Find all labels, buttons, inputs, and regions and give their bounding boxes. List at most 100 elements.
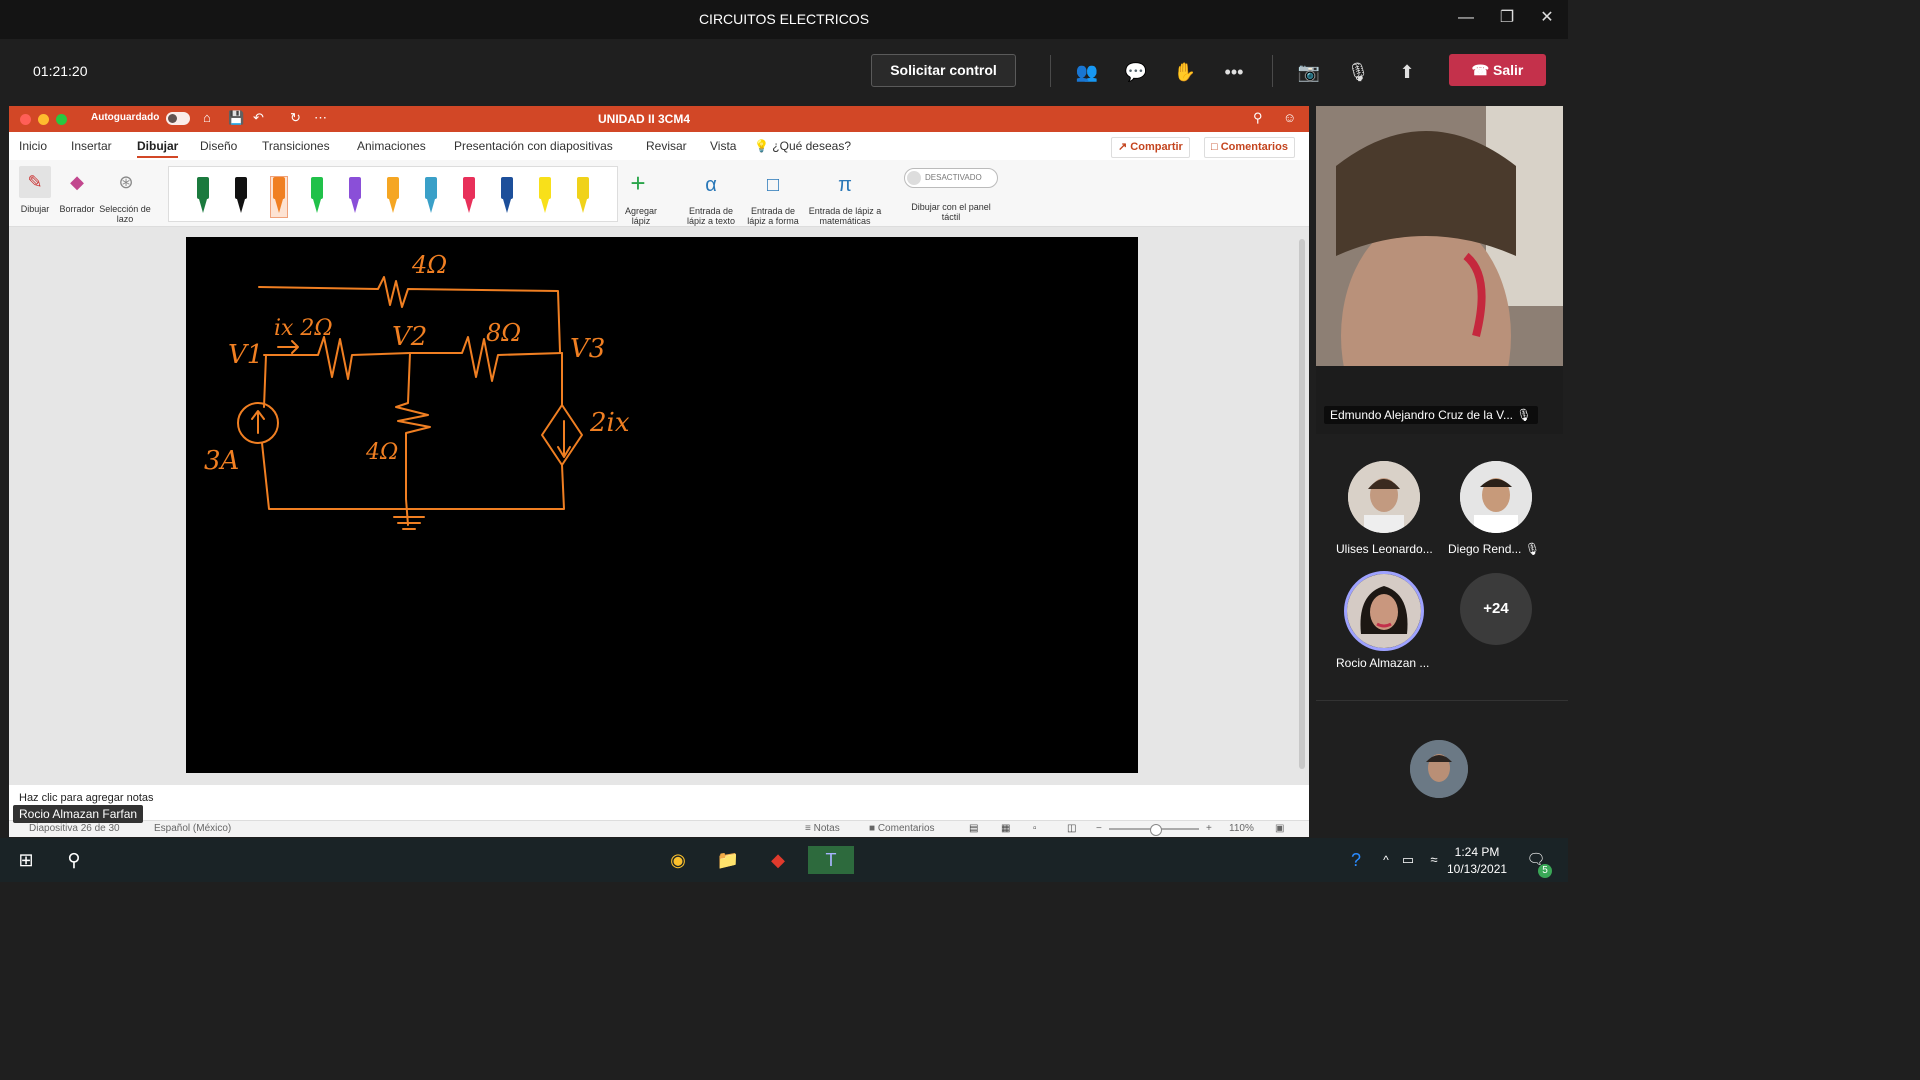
participant-video-name: Edmundo Alejandro Cruz de la V... 🎙 xyxy=(1324,406,1538,424)
help-icon[interactable]: ? xyxy=(1340,846,1372,874)
tab-transiciones[interactable]: Transiciones xyxy=(262,139,330,153)
ink-to-shape-label: Entrada de lápiz a forma xyxy=(747,206,799,226)
zoom-in-icon[interactable]: + xyxy=(1206,823,1212,834)
slide-canvas[interactable]: 4Ω ix 2Ω V1 V2 8Ω V3 3A 4Ω 2ix xyxy=(186,237,1138,773)
minimize-icon[interactable]: — xyxy=(1452,6,1480,30)
reading-view-icon[interactable]: ▫ xyxy=(1033,823,1037,834)
comments-label: Comentarios xyxy=(1220,141,1288,153)
windows-start-icon[interactable]: ⊞ xyxy=(10,846,42,874)
circuit-ink xyxy=(237,276,583,530)
avatar-presenter-self[interactable] xyxy=(1410,740,1468,798)
phone-hangup-icon: ☎ xyxy=(1471,62,1493,78)
pen-swatch[interactable] xyxy=(309,177,325,217)
zoom-slider-thumb[interactable] xyxy=(1150,824,1162,836)
participant-name-text: Diego Rend... xyxy=(1448,542,1522,556)
notes-toggle[interactable]: ≡ Notas xyxy=(805,823,840,834)
mac-minimize-icon[interactable] xyxy=(38,114,49,125)
add-pen-icon[interactable]: + xyxy=(623,168,653,198)
circuit-drawing: 4Ω ix 2Ω V1 V2 8Ω V3 3A 4Ω 2ix xyxy=(204,251,630,530)
label-2ix: 2ix xyxy=(589,408,630,438)
language[interactable]: Español (México) xyxy=(154,823,231,834)
share-screen-icon[interactable]: ⬆ xyxy=(1394,59,1420,85)
tab-animaciones[interactable]: Animaciones xyxy=(357,139,426,153)
taskbar-clock[interactable]: 1:24 PM 10/13/2021 xyxy=(1447,844,1507,878)
slideshow-icon[interactable]: ◫ xyxy=(1067,823,1076,834)
mac-zoom-icon[interactable] xyxy=(56,114,67,125)
home-icon[interactable]: ⌂ xyxy=(203,110,211,125)
chat-icon[interactable]: 💬 xyxy=(1123,59,1149,85)
chrome-icon[interactable]: ◉ xyxy=(662,846,694,874)
pen-swatch[interactable] xyxy=(270,176,288,218)
save-icon[interactable]: 💾 xyxy=(228,110,244,126)
share-icon: ↗ xyxy=(1118,141,1131,153)
more-options-icon[interactable]: ••• xyxy=(1221,59,1247,85)
restore-icon[interactable]: ❐ xyxy=(1493,6,1521,30)
comments-toggle[interactable]: ■ Comentarios xyxy=(869,823,935,834)
pen-swatch[interactable] xyxy=(537,177,553,217)
ink-to-math-icon[interactable]: π xyxy=(830,170,860,200)
avatar-diego[interactable] xyxy=(1460,461,1532,533)
avatar-image xyxy=(1347,574,1421,648)
reactions-icon[interactable]: ✋ xyxy=(1172,59,1198,85)
tab-insertar[interactable]: Insertar xyxy=(71,139,112,153)
more-participants-count[interactable]: +24 xyxy=(1460,573,1532,645)
fit-slide-icon[interactable]: ▣ xyxy=(1275,823,1284,834)
wifi-icon[interactable]: ≈ xyxy=(1418,846,1450,874)
camera-off-icon[interactable]: 📷 xyxy=(1296,59,1322,85)
window-titlebar: CIRCUITOS ELECTRICOS — ❐ ✕ xyxy=(0,0,1568,39)
pen-swatch[interactable] xyxy=(347,177,363,217)
comment-icon: □ xyxy=(1211,141,1221,153)
search-icon[interactable]: ⚲ xyxy=(1253,110,1263,126)
normal-view-icon[interactable]: ▤ xyxy=(969,823,978,834)
app-red-diamond-icon[interactable]: ◆ xyxy=(762,846,794,874)
request-control-button[interactable]: Solicitar control xyxy=(871,54,1016,87)
close-icon[interactable]: ✕ xyxy=(1533,6,1561,30)
participant-video[interactable]: Edmundo Alejandro Cruz de la V... 🎙 xyxy=(1316,106,1563,434)
touchpad-draw-toggle[interactable]: DESACTIVADO xyxy=(904,168,998,188)
pen-swatch[interactable] xyxy=(385,177,401,217)
more-icon[interactable]: ⋯ xyxy=(314,110,327,126)
tab-presentacion[interactable]: Presentación con diapositivas xyxy=(454,139,613,153)
account-icon[interactable]: ☺ xyxy=(1283,110,1296,125)
notes-pane[interactable]: Haz clic para agregar notas xyxy=(9,785,1309,820)
redo-icon[interactable]: ↻ xyxy=(290,110,301,126)
pen-swatch[interactable] xyxy=(575,177,591,217)
sorter-view-icon[interactable]: ▦ xyxy=(1001,823,1010,834)
undo-icon[interactable]: ↶ xyxy=(253,110,264,126)
mac-close-icon[interactable] xyxy=(20,114,31,125)
search-icon[interactable]: ⚲ xyxy=(58,846,90,874)
comments-button[interactable]: □ Comentarios xyxy=(1204,137,1295,158)
pen-swatch[interactable] xyxy=(195,177,211,217)
eraser-icon[interactable]: ◆ xyxy=(61,166,93,198)
pen-gallery xyxy=(168,166,618,222)
draw-tool-icon[interactable]: ✎ xyxy=(19,166,51,198)
document-name[interactable]: UNIDAD II 3CM4 xyxy=(598,112,690,126)
tab-dibujar[interactable]: Dibujar xyxy=(137,139,179,158)
leave-label: Salir xyxy=(1492,62,1524,78)
tab-diseno[interactable]: Diseño xyxy=(200,139,237,153)
leave-button[interactable]: ☎ Salir xyxy=(1449,54,1546,86)
tab-vista[interactable]: Vista xyxy=(710,139,736,153)
pen-swatch[interactable] xyxy=(233,177,249,217)
teams-icon[interactable]: T xyxy=(808,846,854,874)
ink-to-shape-icon[interactable]: □ xyxy=(758,170,788,200)
tell-me-box[interactable]: 💡 ¿Qué deseas? xyxy=(754,139,851,153)
vertical-scrollbar[interactable] xyxy=(1299,239,1305,769)
tab-revisar[interactable]: Revisar xyxy=(646,139,687,153)
clock-date: 10/13/2021 xyxy=(1447,862,1508,876)
pen-swatch[interactable] xyxy=(499,177,515,217)
share-button[interactable]: ↗ Compartir xyxy=(1111,137,1190,158)
participants-icon[interactable]: 👥 xyxy=(1074,59,1100,85)
zoom-level[interactable]: 110% xyxy=(1229,823,1254,834)
ink-to-text-icon[interactable]: α xyxy=(696,170,726,200)
autosave-toggle[interactable] xyxy=(166,112,190,125)
zoom-out-icon[interactable]: − xyxy=(1096,823,1102,834)
mic-off-icon[interactable]: 🎙 xyxy=(1345,59,1371,85)
tab-inicio[interactable]: Inicio xyxy=(19,139,47,153)
file-explorer-icon[interactable]: 📁 xyxy=(712,846,744,874)
pen-swatch[interactable] xyxy=(461,177,477,217)
avatar-ulises[interactable] xyxy=(1348,461,1420,533)
avatar-rocio[interactable] xyxy=(1344,571,1424,651)
lasso-icon[interactable]: ⊛ xyxy=(110,166,142,198)
pen-swatch[interactable] xyxy=(423,177,439,217)
